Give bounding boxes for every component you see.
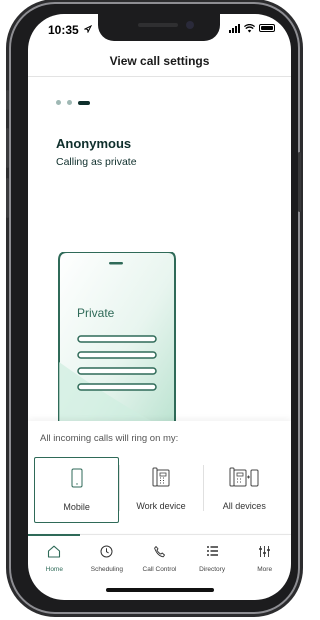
status-time: 10:35 — [48, 23, 79, 37]
device-option-all-devices[interactable]: All devices — [202, 457, 286, 523]
mobile-phone-icon — [61, 466, 93, 490]
desk-phone-icon — [145, 465, 177, 489]
battery-icon — [259, 24, 275, 32]
ring-devices-sheet: All incoming calls will ring on my: Mobi… — [28, 421, 291, 533]
page-indicator — [56, 100, 90, 105]
tab-label: Home — [45, 566, 63, 573]
page-title: View call settings — [109, 54, 210, 68]
tab-label: Call Control — [142, 566, 177, 573]
tab-label: Directory — [199, 566, 226, 573]
tab-label: More — [257, 566, 273, 573]
cellular-signal-icon — [229, 23, 240, 33]
tab-directory[interactable]: Directory — [186, 536, 239, 586]
list-icon — [205, 544, 219, 558]
mode-title: Anonymous — [56, 136, 132, 151]
device-options: Mobile Work device All devices — [34, 457, 286, 523]
illustration-label: Private — [77, 306, 115, 320]
volume-up-button — [6, 128, 9, 168]
location-arrow-icon — [84, 25, 92, 33]
sliders-icon — [258, 544, 272, 558]
all-devices-icon — [228, 465, 260, 489]
notch — [98, 14, 220, 41]
tab-more[interactable]: More — [238, 536, 291, 586]
tab-scheduling[interactable]: Scheduling — [81, 536, 134, 586]
sheet-title: All incoming calls will ring on my: — [40, 433, 179, 444]
page-dot-active[interactable] — [78, 100, 90, 105]
home-icon — [47, 544, 61, 558]
tab-label: Scheduling — [90, 566, 123, 573]
clock-icon — [100, 544, 114, 558]
device-option-label: All devices — [222, 501, 266, 511]
app-screen: 10:35 View call settings Anonymous Calli… — [28, 14, 291, 600]
bottom-tab-bar: Home Scheduling Call Control Directory M… — [28, 536, 291, 586]
device-option-label: Work device — [136, 501, 186, 511]
private-phone-illustration: Private — [58, 252, 176, 434]
home-indicator — [106, 588, 214, 592]
phone-handset-icon — [152, 544, 166, 558]
power-button — [298, 152, 301, 212]
wifi-icon — [244, 23, 255, 32]
device-option-work-device[interactable]: Work device — [119, 457, 202, 523]
tab-call-control[interactable]: Call Control — [133, 536, 186, 586]
page-dot[interactable] — [56, 100, 61, 105]
volume-down-button — [6, 178, 9, 218]
device-option-mobile[interactable]: Mobile — [34, 457, 120, 523]
mode-subtitle: Calling as private — [56, 156, 137, 168]
mute-switch — [6, 90, 9, 110]
page-dot[interactable] — [67, 100, 72, 105]
device-option-label: Mobile — [63, 502, 90, 512]
header-divider — [28, 76, 291, 77]
tab-home[interactable]: Home — [28, 536, 81, 586]
